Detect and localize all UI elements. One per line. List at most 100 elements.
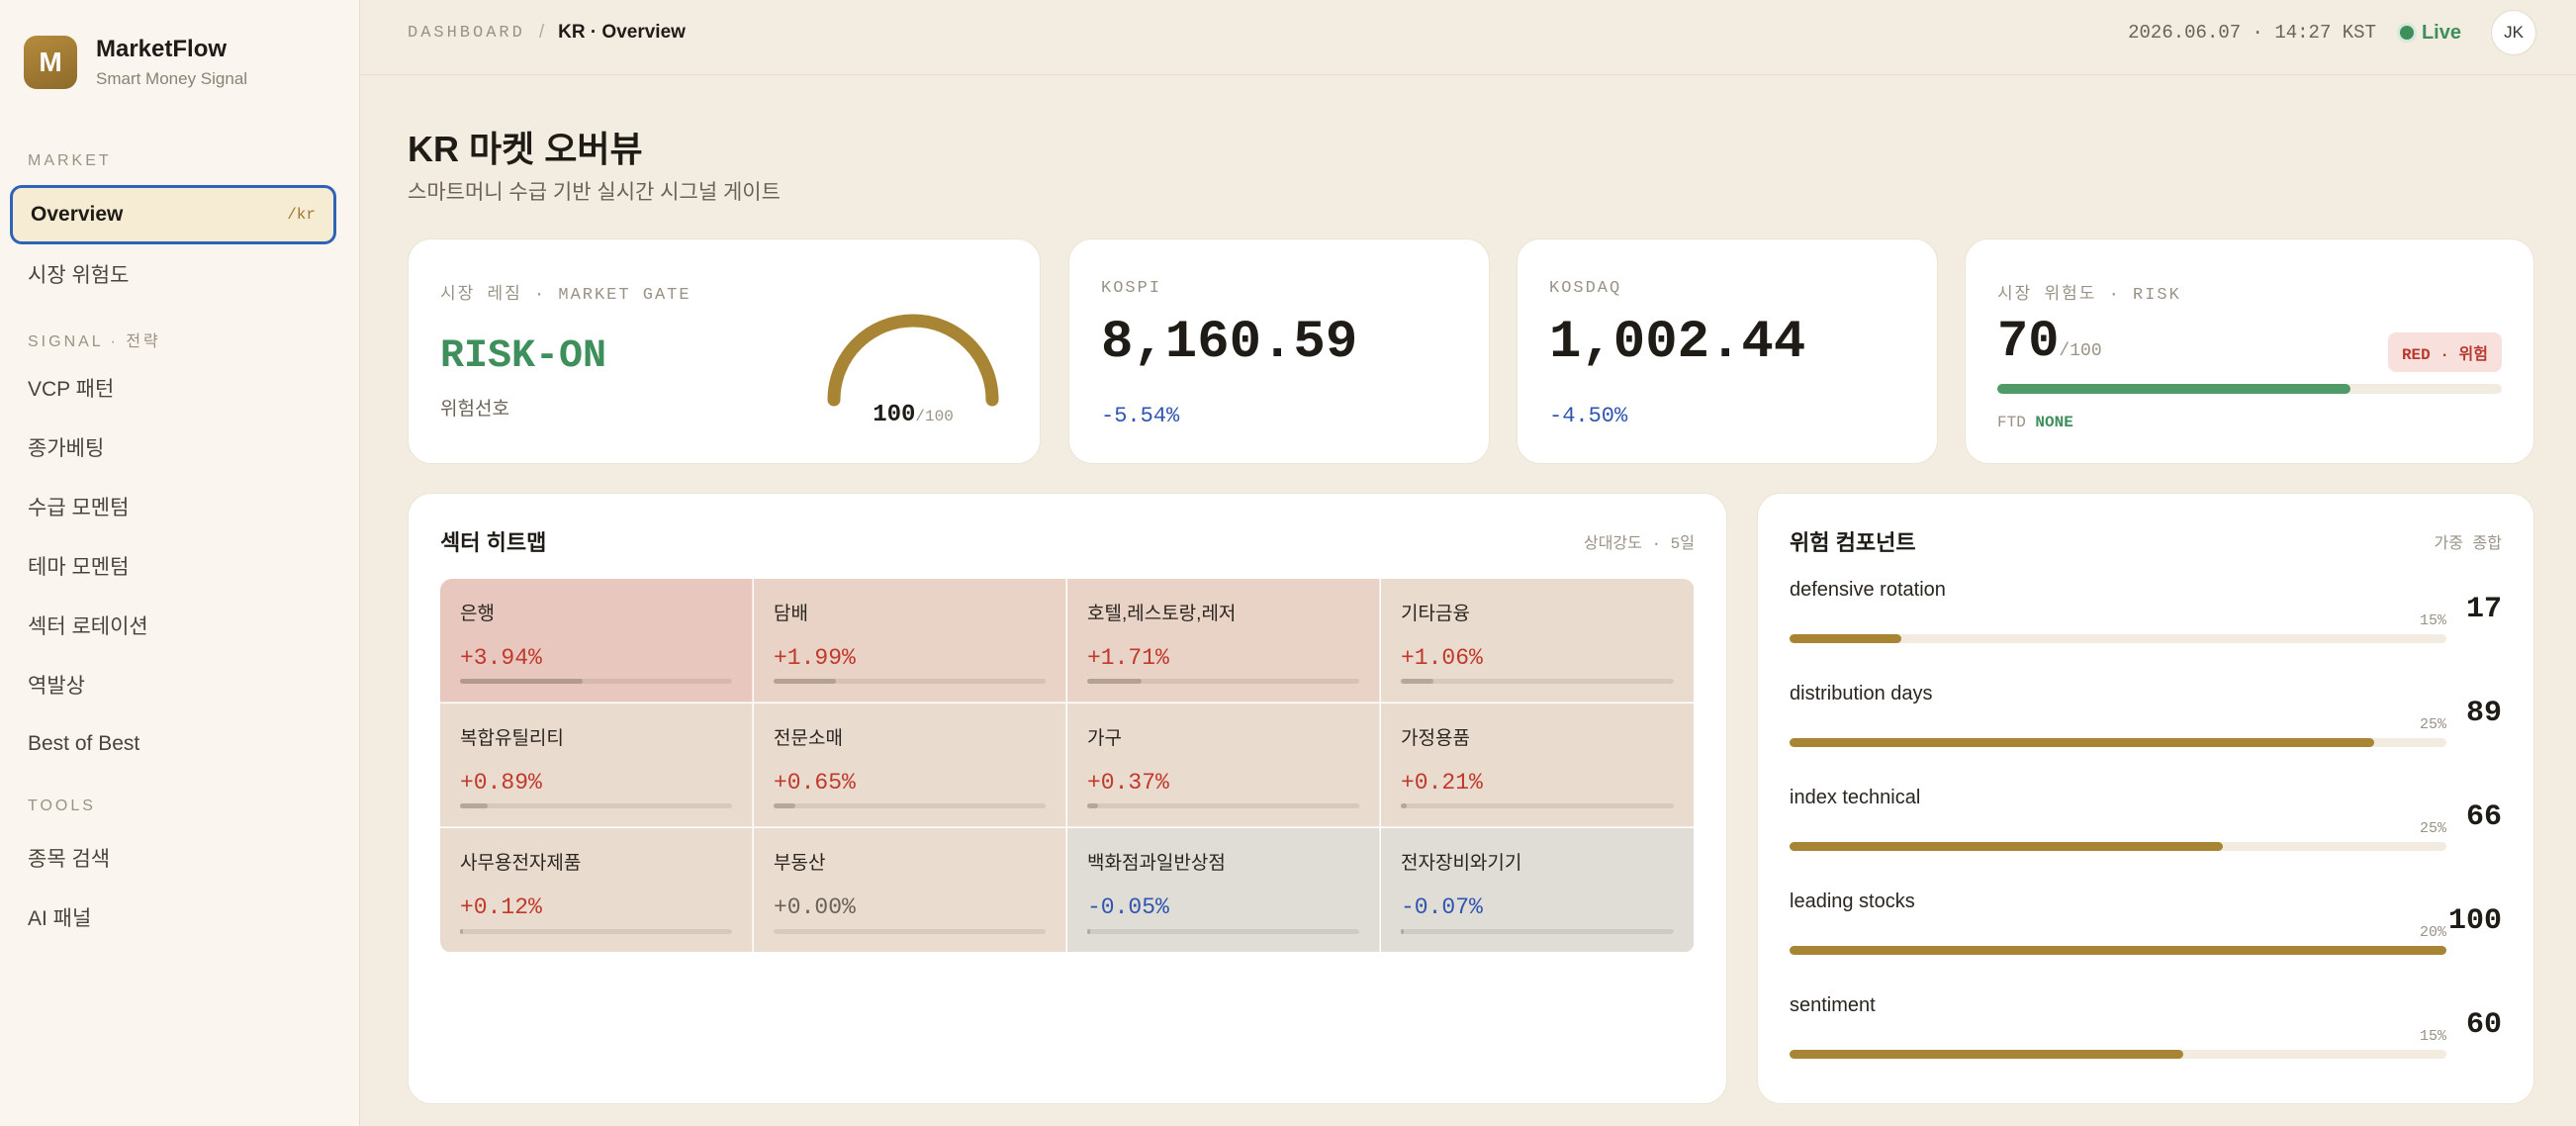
- sidebar-item-supply-momentum[interactable]: 수급 모멘텀: [10, 477, 336, 536]
- heatmap-cell-change: -0.07%: [1401, 894, 1483, 920]
- heatmap-cell-name: 은행: [460, 604, 495, 624]
- heatmap-cell-name: 부동산: [774, 853, 826, 874]
- risk-component-row[interactable]: leading stocks 20% 100: [1790, 891, 2502, 994]
- sidebar-item-ai-panel[interactable]: AI 패널: [10, 888, 336, 947]
- heatmap-cell-bar-fill: [1087, 803, 1098, 808]
- market-risk-score-value: 70: [1997, 313, 2060, 371]
- kospi-card[interactable]: KOSPI 8,160.59 -5.54%: [1068, 238, 1490, 464]
- sidebar-item-label: Overview: [31, 203, 124, 226]
- sidebar-item-stock-search[interactable]: 종목 검색: [10, 828, 336, 888]
- risk-component-row[interactable]: defensive rotation 15% 17: [1790, 579, 2502, 683]
- heatmap-cell[interactable]: 전문소매 +0.65%: [754, 704, 1066, 827]
- heatmap-cell-bar-fill: [1401, 679, 1434, 684]
- risk-component-row[interactable]: distribution days 25% 89: [1790, 683, 2502, 787]
- risk-component-name: distribution days: [1790, 683, 1933, 704]
- risk-component-row[interactable]: sentiment 15% 60: [1790, 994, 2502, 1098]
- sidebar-item-label: Best of Best: [28, 732, 140, 755]
- market-risk-bar-fill: [1997, 384, 2350, 394]
- sidebar-item-label: 역발상: [28, 675, 85, 698]
- kosdaq-value: 1,002.44: [1549, 313, 1806, 373]
- heatmap-cell-bar-fill: [460, 679, 583, 684]
- heatmap-cell[interactable]: 담배 +1.99%: [754, 579, 1066, 703]
- heatmap-cell-bar: [1087, 679, 1359, 684]
- risk-component-bar-fill: [1790, 1050, 2184, 1059]
- breadcrumb-root[interactable]: DASHBOARD: [408, 24, 525, 43]
- heatmap-cell[interactable]: 전자장비와기기 -0.07%: [1381, 828, 1694, 952]
- topbar-status: 2026.06.07 · 14:27 KST Live JK: [2128, 10, 2536, 55]
- ftd-status: FTD NONE: [1997, 414, 2073, 431]
- sidebar-item-contrarian[interactable]: 역발상: [10, 655, 336, 714]
- ftd-label: FTD: [1997, 414, 2026, 431]
- risk-component-score: 17: [2465, 593, 2502, 626]
- sidebar-item-label: AI 패널: [28, 907, 92, 930]
- heatmap-cell[interactable]: 가정용품 +0.21%: [1381, 704, 1694, 827]
- risk-component-bar-fill: [1790, 946, 2446, 955]
- market-risk-score: 70/100: [1997, 313, 2102, 371]
- sidebar-item-label: VCP 패턴: [28, 378, 115, 401]
- heatmap-cell-bar: [1401, 803, 1674, 808]
- heatmap-cell[interactable]: 은행 +3.94%: [440, 579, 753, 703]
- risk-components-title: 위험 컴포넌트: [1790, 530, 1916, 555]
- heatmap-cell[interactable]: 백화점과일반상점 -0.05%: [1067, 828, 1380, 952]
- heatmap-cell-bar: [774, 803, 1046, 808]
- sidebar-item-label: 테마 모멘텀: [28, 556, 130, 579]
- brand-text: MarketFlow Smart Money Signal: [96, 36, 247, 89]
- heatmap-cell[interactable]: 호텔,레스토랑,레저 +1.71%: [1067, 579, 1380, 703]
- nav-section-tools: TOOLS: [28, 798, 96, 814]
- heatmap-cell[interactable]: 사무용전자제품 +0.12%: [440, 828, 753, 952]
- kospi-change: -5.54%: [1101, 404, 1180, 428]
- kosdaq-change: -4.50%: [1549, 404, 1628, 428]
- market-gate-card: 시장 레짐 · MARKET GATE RISK-ON 위험선호 100/100: [408, 238, 1041, 464]
- sidebar-item-overview[interactable]: Overview /kr: [10, 185, 336, 244]
- brand-name: MarketFlow: [96, 36, 228, 62]
- brand-logo: M: [24, 36, 77, 89]
- risk-component-bar-fill: [1790, 738, 2374, 747]
- heatmap-cell[interactable]: 기타금융 +1.06%: [1381, 579, 1694, 703]
- gauge-score-max: /100: [915, 408, 954, 425]
- risk-component-score: 100: [2447, 904, 2502, 938]
- brand[interactable]: M MarketFlow Smart Money Signal: [24, 36, 247, 89]
- live-indicator: Live: [2399, 22, 2461, 45]
- heatmap-cell-change: +0.89%: [460, 770, 542, 796]
- risk-component-weight: 25%: [2419, 716, 2446, 733]
- heatmap-cell-name: 전문소매: [774, 728, 843, 749]
- risk-component-bar: [1790, 738, 2446, 747]
- risk-component-bar: [1790, 1050, 2446, 1059]
- heatmap-cell-change: +1.71%: [1087, 645, 1169, 671]
- sidebar: M MarketFlow Smart Money Signal MARKET O…: [0, 0, 360, 1126]
- risk-component-score: 66: [2465, 800, 2502, 834]
- sidebar-item-sector-rotation[interactable]: 섹터 로테이션: [10, 596, 336, 655]
- risk-components-panel: 위험 컴포넌트 가중 종합 defensive rotation 15% 17 dis…: [1757, 493, 2534, 1104]
- heatmap-cell-name: 호텔,레스토랑,레저: [1087, 604, 1237, 624]
- sidebar-item-closing-bet[interactable]: 종가베팅: [10, 418, 336, 477]
- heatmap-cell-bar: [774, 929, 1046, 934]
- risk-component-bar: [1790, 946, 2446, 955]
- avatar[interactable]: JK: [2491, 10, 2536, 55]
- heatmap-cell-change: +1.06%: [1401, 645, 1483, 671]
- heatmap-cell-change: +0.37%: [1087, 770, 1169, 796]
- heatmap-cell[interactable]: 복합유틸리티 +0.89%: [440, 704, 753, 827]
- gauge-track: [827, 314, 999, 407]
- kospi-label: KOSPI: [1101, 279, 1162, 298]
- heatmap-cell-bar-fill: [460, 929, 463, 934]
- breadcrumb-separator: /: [538, 22, 545, 43]
- risk-component-weight: 25%: [2419, 820, 2446, 837]
- risk-component-bar-fill: [1790, 842, 2224, 851]
- sidebar-item-market-risk[interactable]: 시장 위험도: [10, 244, 336, 304]
- kosdaq-card[interactable]: KOSDAQ 1,002.44 -4.50%: [1517, 238, 1938, 464]
- page-subtitle: 스마트머니 수급 기반 실시간 시그널 게이트: [408, 181, 781, 204]
- market-risk-card[interactable]: 시장 위험도 · RISK 70/100 RED · 위험 FTD NONE: [1965, 238, 2534, 464]
- heatmap-cell-name: 전자장비와기기: [1401, 853, 1522, 874]
- heatmap-cell-change: +3.94%: [460, 645, 542, 671]
- risk-component-row[interactable]: index technical 25% 66: [1790, 787, 2502, 891]
- sidebar-item-vcp[interactable]: VCP 패턴: [10, 358, 336, 418]
- sidebar-item-label: 수급 모멘텀: [28, 497, 130, 519]
- heatmap-cell-bar-fill: [460, 803, 488, 808]
- heatmap-cell-bar: [774, 679, 1046, 684]
- sidebar-item-best-of-best[interactable]: Best of Best: [10, 714, 336, 774]
- heatmap-cell[interactable]: 부동산 +0.00%: [754, 828, 1066, 952]
- market-gate-value: RISK-ON: [440, 334, 607, 379]
- heatmap-cell[interactable]: 가구 +0.37%: [1067, 704, 1380, 827]
- sidebar-item-theme-momentum[interactable]: 테마 모멘텀: [10, 536, 336, 596]
- gauge-score: 100/100: [844, 402, 982, 428]
